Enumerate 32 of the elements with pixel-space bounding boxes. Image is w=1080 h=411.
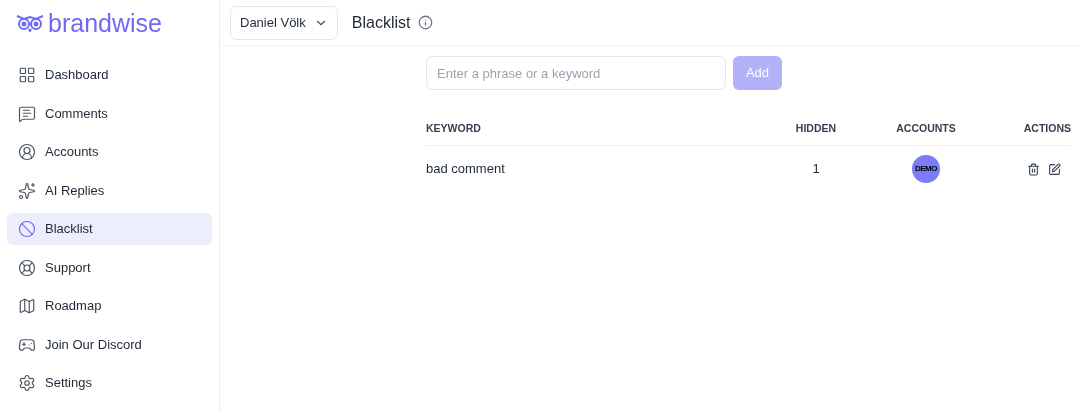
sidebar-item[interactable]: AI Replies bbox=[7, 174, 212, 207]
trash-icon[interactable] bbox=[1027, 162, 1040, 176]
sidebar-item[interactable]: Dashboard bbox=[7, 59, 212, 91]
sparkles-icon bbox=[18, 181, 36, 200]
keyword-input[interactable]: Enter a phrase or a keyword bbox=[426, 56, 726, 90]
column-header: ACTIONS bbox=[1022, 120, 1071, 136]
owl-logo-icon bbox=[16, 14, 44, 32]
edit-icon[interactable] bbox=[1048, 162, 1061, 176]
chat-bubble-icon bbox=[18, 104, 36, 123]
settings-icon bbox=[18, 374, 36, 392]
hidden-count-cell-text: 1 bbox=[811, 160, 821, 179]
sidebar-item[interactable]: Accounts bbox=[7, 136, 212, 168]
sidebar-item[interactable]: Settings bbox=[7, 367, 212, 399]
lifebuoy-icon bbox=[18, 258, 36, 277]
info-icon[interactable] bbox=[418, 15, 434, 30]
keyword-cell-text: bad comment bbox=[426, 160, 506, 179]
column-header: HIDDEN bbox=[794, 120, 838, 136]
user-circle-icon bbox=[18, 143, 36, 161]
account-dropdown[interactable]: Daniel Völk bbox=[230, 5, 338, 40]
sidebar-item[interactable]: Roadmap bbox=[7, 290, 212, 322]
page-title: Blacklist bbox=[351, 12, 411, 33]
grid-icon bbox=[18, 66, 36, 84]
column-header: ACCOUNTS bbox=[895, 120, 957, 136]
account-avatar: DEMO bbox=[912, 155, 940, 183]
sidebar-item[interactable]: Support bbox=[7, 251, 212, 284]
ban-icon bbox=[18, 220, 36, 238]
column-header: KEYWORD bbox=[426, 120, 482, 136]
map-icon bbox=[18, 297, 36, 315]
brand-name: brandwise bbox=[48, 10, 162, 36]
sidebar-item[interactable]: Join Our Discord bbox=[7, 328, 212, 361]
sidebar-item[interactable]: Comments bbox=[7, 97, 212, 130]
sidebar-item[interactable]: Blacklist bbox=[7, 213, 212, 245]
